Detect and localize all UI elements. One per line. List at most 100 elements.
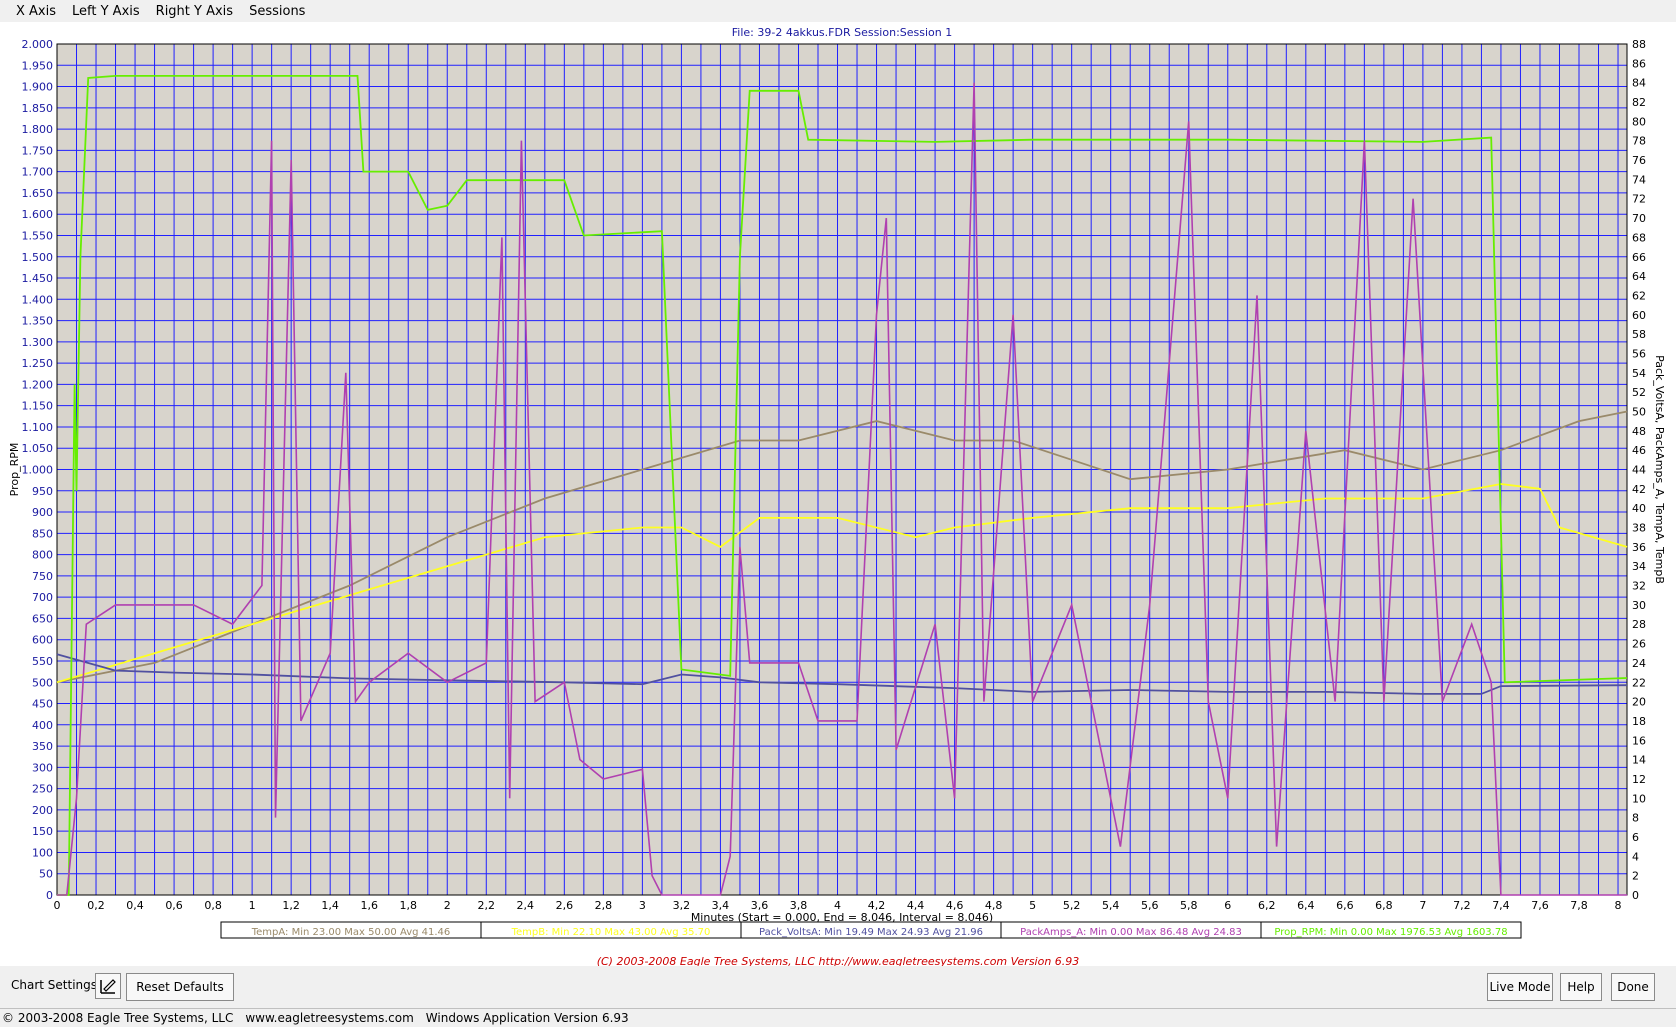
x-tick-label: 2,6 [556,899,574,912]
y-left-tick-label: 1.300 [22,336,54,349]
y-right-tick-label: 14 [1632,754,1646,767]
menu-right-y-axis[interactable]: Right Y Axis [148,4,241,19]
x-tick-label: 2 [444,899,451,912]
menu-left-y-axis[interactable]: Left Y Axis [64,4,148,19]
y-right-tick-label: 50 [1632,405,1646,418]
y-right-tick-label: 6 [1632,831,1639,844]
x-tick-label: 3 [639,899,646,912]
x-tick-label: 5 [1029,899,1036,912]
y-right-tick-label: 52 [1632,386,1646,399]
y-right-tick-label: 84 [1632,77,1646,90]
y-left-tick-label: 150 [32,825,53,838]
y-right-tick-label: 4 [1632,850,1639,863]
x-tick-label: 1,6 [360,899,378,912]
menu-x-axis[interactable]: X Axis [0,4,64,19]
status-copyright: © 2003-2008 Eagle Tree Systems, LLC [2,1011,234,1025]
live-mode-button[interactable]: Live Mode [1487,973,1553,1001]
y-right-tick-label: 44 [1632,464,1646,477]
y-left-tick-label: 1.400 [22,293,54,306]
y-right-tick-label: 28 [1632,618,1646,631]
legend-entry-pack-voltsa: Pack_VoltsA: Min 19.49 Max 24.93 Avg 21.… [759,927,983,938]
y-left-tick-label: 1.050 [22,442,54,455]
done-button[interactable]: Done [1611,973,1655,1001]
y-left-tick-label: 1.200 [22,378,54,391]
x-tick-label: 0,8 [204,899,222,912]
y-right-tick-label: 10 [1632,792,1646,805]
legend-entry-tempa: TempA: Min 23.00 Max 50.00 Avg 41.46 [251,927,451,938]
bottom-controls: Chart Settings: Reset Defaults Live Mode… [0,966,1676,1011]
y-right-tick-label: 22 [1632,676,1646,689]
y-right-tick-label: 62 [1632,289,1646,302]
y-left-tick-label: 400 [32,719,53,732]
y-left-tick-label: 1.250 [22,357,54,370]
x-tick-label: 6 [1224,899,1231,912]
edit-chart-icon [100,979,116,994]
y-left-tick-label: 1.950 [22,59,54,72]
y-right-tick-label: 80 [1632,115,1646,128]
y-left-tick-label: 1.150 [22,400,54,413]
x-tick-label: 1,2 [282,899,300,912]
x-tick-label: 6,4 [1297,899,1315,912]
x-tick-label: 1 [249,899,256,912]
y-right-tick-label: 8 [1632,812,1639,825]
y-right-tick-label: 72 [1632,193,1646,206]
y-right-tick-label: 40 [1632,502,1646,515]
y-left-tick-label: 1.900 [22,81,54,94]
y-right-tick-label: 46 [1632,444,1646,457]
x-tick-label: 7 [1419,899,1426,912]
x-tick-label: 5,2 [1063,899,1081,912]
telemetry-chart: 0501001502002503003504004505005506006507… [8,26,1666,968]
y-left-tick-label: 100 [32,846,53,859]
x-tick-label: 6,6 [1336,899,1354,912]
y-left-tick-label: 0 [46,889,53,902]
y-right-axis-label: Pack_VoltsA, PackAmps_A, TempA, TempB [1653,355,1666,584]
x-tick-label: 1,8 [399,899,417,912]
x-tick-label: 5,4 [1102,899,1120,912]
y-left-tick-label: 550 [32,655,53,668]
x-tick-label: 7,2 [1453,899,1471,912]
y-left-tick-label: 250 [32,783,53,796]
legend-entry-tempb: TempB: Min 22.10 Max 43.00 Avg 35.70 [511,927,711,938]
y-left-tick-label: 1.650 [22,187,54,200]
y-left-tick-label: 1.800 [22,123,54,136]
x-tick-label: 7,8 [1570,899,1588,912]
x-tick-label: 8 [1615,899,1622,912]
y-left-tick-label: 300 [32,761,53,774]
reset-defaults-button[interactable]: Reset Defaults [126,973,234,1001]
x-tick-label: 0,2 [87,899,105,912]
y-right-tick-label: 30 [1632,599,1646,612]
menu-sessions[interactable]: Sessions [241,4,313,19]
chart-settings-button[interactable] [95,973,121,999]
y-left-tick-label: 600 [32,634,53,647]
y-right-tick-label: 76 [1632,154,1646,167]
y-left-tick-label: 1.350 [22,315,54,328]
y-left-tick-label: 1.100 [22,421,54,434]
file-session-label: File: 39-2 4akkus.FDR Session:Session 1 [732,26,953,39]
y-left-tick-label: 1.500 [22,251,54,264]
y-left-tick-label: 450 [32,698,53,711]
y-left-tick-label: 850 [32,527,53,540]
y-right-tick-label: 56 [1632,347,1646,360]
y-right-tick-label: 60 [1632,309,1646,322]
y-right-tick-label: 2 [1632,870,1639,883]
x-tick-label: 1,4 [321,899,339,912]
y-left-tick-label: 700 [32,591,53,604]
help-button[interactable]: Help [1560,973,1602,1001]
x-tick-label: 5,6 [1141,899,1159,912]
x-tick-label: 2,8 [595,899,613,912]
x-tick-label: 0,4 [126,899,144,912]
y-right-tick-label: 70 [1632,212,1646,225]
status-bar: © 2003-2008 Eagle Tree Systems, LLC www.… [0,1008,1676,1027]
grid-lines [56,43,1627,896]
y-left-tick-label: 200 [32,804,53,817]
y-right-tick-label: 66 [1632,251,1646,264]
y-right-tick-label: 38 [1632,522,1646,535]
y-left-tick-label: 50 [39,868,53,881]
y-right-tick-label: 86 [1632,57,1646,70]
x-tick-label: 5,8 [1180,899,1198,912]
x-tick-label: 7,6 [1531,899,1549,912]
x-tick-label: 6,8 [1375,899,1393,912]
x-tick-label: 2,4 [517,899,535,912]
x-tick-label: 6,2 [1258,899,1276,912]
y-left-tick-label: 800 [32,549,53,562]
